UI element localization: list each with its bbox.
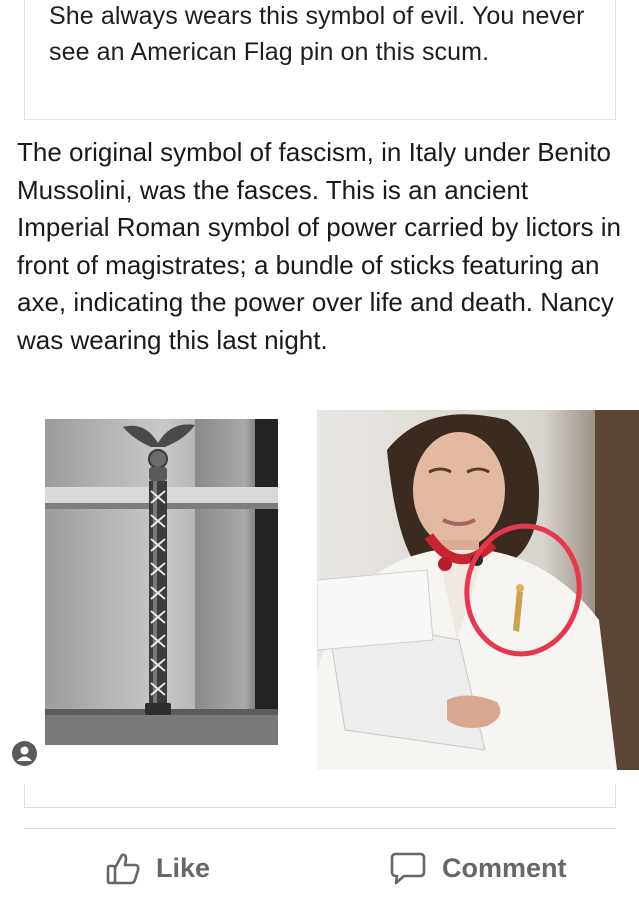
- pelosi-photo: [317, 410, 639, 770]
- speech-bubble-icon: [388, 849, 442, 887]
- post-text-card: She always wears this symbol of evil. Yo…: [24, 0, 616, 120]
- fasces-photo: [45, 419, 278, 745]
- shared-image-post[interactable]: The original symbol of fascism, in Italy…: [0, 122, 639, 784]
- action-divider: [24, 828, 616, 829]
- comment-area: [24, 784, 616, 808]
- comment-label: Comment: [442, 852, 567, 883]
- like-label: Like: [156, 852, 211, 883]
- person-icon[interactable]: [12, 741, 37, 766]
- like-button[interactable]: Like: [104, 846, 210, 890]
- comment-button[interactable]: Comment: [388, 846, 567, 890]
- photo-collage: [0, 410, 639, 780]
- post-text: She always wears this symbol of evil. Yo…: [49, 2, 585, 66]
- shared-post-text: The original symbol of fascism, in Italy…: [17, 137, 621, 355]
- thumbs-up-icon: [104, 849, 156, 887]
